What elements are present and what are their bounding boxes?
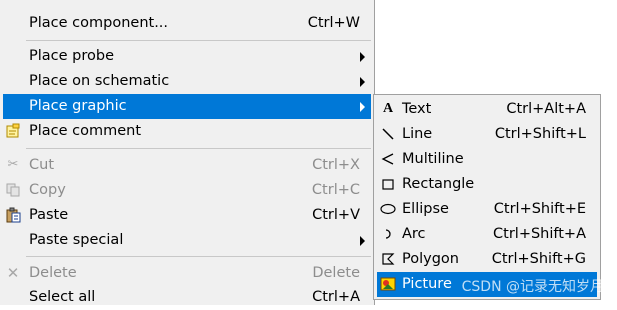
menu-item-shortcut: Ctrl+W [308, 11, 360, 36]
menu-item-label: Place component... [29, 11, 168, 36]
menu-item-label: Place comment [29, 119, 141, 144]
menu-item-paste-special[interactable]: Paste special [3, 228, 371, 253]
submenu-item-text[interactable]: A Text Ctrl+Alt+A [377, 97, 597, 122]
menu-item-shortcut: Ctrl+Shift+L [495, 122, 586, 147]
submenu-item-multiline[interactable]: Multiline [377, 147, 597, 172]
menu-item-label: Ellipse [402, 197, 449, 222]
menu-item-label: Rectangle [402, 172, 474, 197]
submenu-arrow-icon [360, 52, 365, 62]
menu-item-shortcut: Delete [312, 261, 360, 286]
menu-separator [26, 40, 371, 41]
menu-item-shortcut: Ctrl+Shift+G [492, 247, 586, 272]
menu-item-label: Place probe [29, 44, 114, 69]
menu-item-label: Copy [29, 178, 66, 203]
menu-item-label: Paste [29, 203, 68, 228]
place-graphic-submenu: A Text Ctrl+Alt+A Line Ctrl+Shift+L Mult… [373, 94, 601, 300]
arc-icon [380, 226, 396, 242]
menu-item-shortcut: Ctrl+Shift+E [494, 197, 586, 222]
menu-item-label: Text [402, 97, 431, 122]
menu-item-label: Multiline [402, 147, 464, 172]
menu-item-label: Polygon [402, 247, 459, 272]
delete-x-icon: ✕ [5, 265, 21, 281]
menu-item-label: Delete [29, 261, 77, 286]
context-menu: Place component... Ctrl+W Place probe Pl… [0, 0, 375, 305]
menu-item-shortcut: Ctrl+Alt+A [506, 97, 586, 122]
menu-item-shortcut: Ctrl+C [312, 178, 360, 203]
menu-item-label: Cut [29, 153, 54, 178]
menu-item-paste[interactable]: Paste Ctrl+V [3, 203, 371, 228]
watermark: CSDN @记录无知岁月 [462, 276, 604, 296]
menu-separator [26, 256, 371, 257]
picture-icon [380, 276, 396, 292]
menu-item-label: Place graphic [29, 94, 127, 119]
menu-item-place-comment[interactable]: Place comment [3, 119, 371, 144]
scissors-icon: ✂ [5, 157, 21, 173]
menu-item-shortcut: Ctrl+X [312, 153, 360, 178]
comment-icon [5, 123, 21, 139]
copy-icon [5, 182, 21, 198]
polygon-icon [380, 251, 396, 267]
menu-item-place-probe[interactable]: Place probe [3, 44, 371, 69]
submenu-item-rectangle[interactable]: Rectangle [377, 172, 597, 197]
submenu-item-polygon[interactable]: Polygon Ctrl+Shift+G [377, 247, 597, 272]
menu-item-delete[interactable]: ✕ Delete Delete [3, 261, 371, 286]
menu-item-label: Line [402, 122, 432, 147]
menu-item-copy[interactable]: Copy Ctrl+C [3, 178, 371, 203]
menu-item-label: Select all [29, 285, 95, 310]
menu-item-shortcut: Ctrl+V [312, 203, 360, 228]
submenu-item-arc[interactable]: Arc Ctrl+Shift+A [377, 222, 597, 247]
submenu-item-ellipse[interactable]: Ellipse Ctrl+Shift+E [377, 197, 597, 222]
menu-item-shortcut: Ctrl+Shift+A [493, 222, 586, 247]
menu-item-cut[interactable]: ✂ Cut Ctrl+X [3, 153, 371, 178]
submenu-arrow-icon [360, 77, 365, 87]
line-icon [380, 126, 396, 142]
menu-item-label: Arc [402, 222, 426, 247]
submenu-item-line[interactable]: Line Ctrl+Shift+L [377, 122, 597, 147]
clipboard-icon [5, 207, 21, 223]
menu-item-label: Picture [402, 272, 452, 297]
menu-item-place-graphic[interactable]: Place graphic [3, 94, 371, 119]
menu-item-label: Place on schematic [29, 69, 169, 94]
ellipse-icon [380, 201, 396, 217]
menu-item-shortcut: Ctrl+A [312, 285, 360, 310]
multiline-icon [380, 151, 396, 167]
menu-item-label: Paste special [29, 228, 123, 253]
menu-item-select-all[interactable]: Select all Ctrl+A [3, 285, 371, 310]
menu-item-place-component[interactable]: Place component... Ctrl+W [3, 11, 371, 36]
menu-separator [26, 148, 371, 149]
menu-item-place-on-schematic[interactable]: Place on schematic [3, 69, 371, 94]
submenu-arrow-icon [360, 102, 365, 112]
rectangle-icon [380, 176, 396, 192]
submenu-arrow-icon [360, 236, 365, 246]
text-icon: A [380, 101, 396, 117]
